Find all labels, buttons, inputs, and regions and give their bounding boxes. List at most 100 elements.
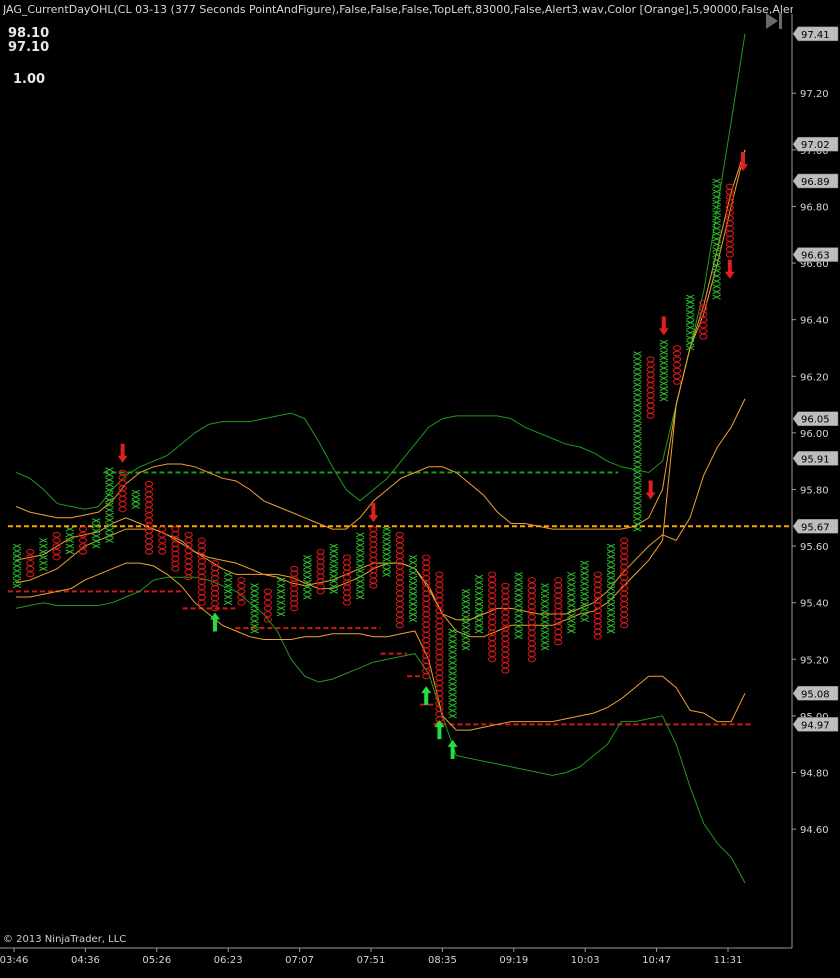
o-mark <box>672 356 682 363</box>
x-mark <box>712 294 721 300</box>
x-mark <box>567 592 576 598</box>
x-mark <box>474 607 484 612</box>
o-mark <box>342 589 352 596</box>
x-mark <box>474 590 484 596</box>
o-mark <box>527 624 536 631</box>
o-mark <box>435 592 444 598</box>
x-mark <box>712 289 721 295</box>
x-mark <box>633 433 642 439</box>
x-mark <box>355 553 365 558</box>
x-tick-label: 04:36 <box>71 955 100 966</box>
x-mark <box>540 588 550 594</box>
x-mark <box>514 582 523 588</box>
o-mark <box>422 590 431 597</box>
pnf-column-19 <box>263 588 272 623</box>
x-mark <box>39 549 48 555</box>
o-mark <box>395 553 404 559</box>
o-mark <box>369 551 378 558</box>
x-mark <box>633 449 642 455</box>
x-mark <box>250 618 259 624</box>
o-mark <box>422 554 431 561</box>
x-mark <box>567 577 576 582</box>
x-mark <box>514 613 523 619</box>
x-mark <box>514 629 523 634</box>
x-mark <box>685 340 695 346</box>
x-mark <box>633 438 642 444</box>
x-mark <box>461 630 471 635</box>
o-mark <box>290 600 299 607</box>
o-mark <box>395 585 404 591</box>
o-mark <box>527 645 536 652</box>
o-mark <box>725 225 734 232</box>
x-mark <box>448 702 457 708</box>
o-mark <box>422 595 431 602</box>
x-mark <box>606 612 616 618</box>
x-mark <box>633 371 642 377</box>
o-mark <box>646 397 655 404</box>
o-mark <box>501 657 510 663</box>
o-mark <box>316 558 325 565</box>
y-tick-label: 96.20 <box>800 372 829 383</box>
o-mark <box>593 592 602 599</box>
skip-to-end-button[interactable] <box>762 8 788 34</box>
x-mark <box>633 356 642 362</box>
o-mark <box>316 563 325 570</box>
o-mark <box>171 541 180 547</box>
x-mark <box>606 559 616 565</box>
o-mark <box>646 371 655 378</box>
o-mark <box>369 541 378 548</box>
x-mark <box>276 600 286 606</box>
pnf-column-26 <box>355 532 365 600</box>
x-mark <box>408 554 418 560</box>
price-tag-5: 95.91 <box>792 451 839 466</box>
x-mark <box>461 614 471 620</box>
x-mark <box>474 574 484 580</box>
o-mark <box>435 571 444 578</box>
header-value-3: 1.00 <box>13 72 46 87</box>
x-mark <box>408 560 418 566</box>
x-mark <box>712 204 721 210</box>
x-mark <box>105 522 114 528</box>
x-mark <box>408 591 418 597</box>
x-mark <box>540 645 550 651</box>
alert-arrow-down-6 <box>645 480 656 500</box>
x-mark <box>131 504 141 509</box>
x-mark <box>461 640 471 646</box>
x-mark <box>633 361 642 367</box>
o-mark <box>210 595 220 602</box>
o-mark <box>184 531 193 538</box>
x-mark <box>448 644 457 650</box>
pnf-column-47 <box>633 351 642 532</box>
x-mark <box>250 628 259 634</box>
o-mark <box>171 526 180 533</box>
o-mark <box>290 605 299 612</box>
x-mark <box>633 475 642 480</box>
o-mark <box>699 333 708 340</box>
x-mark <box>474 623 484 629</box>
x-mark <box>448 633 457 639</box>
x-mark <box>606 617 616 623</box>
o-mark <box>554 639 563 646</box>
x-mark <box>355 584 365 590</box>
o-mark <box>395 590 404 597</box>
x-mark <box>633 423 642 429</box>
o-mark <box>527 635 536 642</box>
o-mark <box>52 548 61 555</box>
o-mark <box>620 537 629 544</box>
o-mark <box>501 609 510 616</box>
pnf-column-13 <box>184 531 193 581</box>
o-mark <box>527 582 536 589</box>
o-mark <box>646 382 655 388</box>
o-mark <box>672 345 682 351</box>
o-mark <box>26 548 35 555</box>
o-mark <box>158 543 167 549</box>
o-mark <box>171 560 180 567</box>
x-mark <box>39 554 48 560</box>
o-mark <box>171 550 180 557</box>
o-mark <box>646 376 655 383</box>
x-tick-label: 06:23 <box>214 955 243 966</box>
x-mark <box>567 597 576 603</box>
x-mark <box>659 350 669 356</box>
x-mark <box>633 397 642 403</box>
x-mark <box>567 571 576 577</box>
